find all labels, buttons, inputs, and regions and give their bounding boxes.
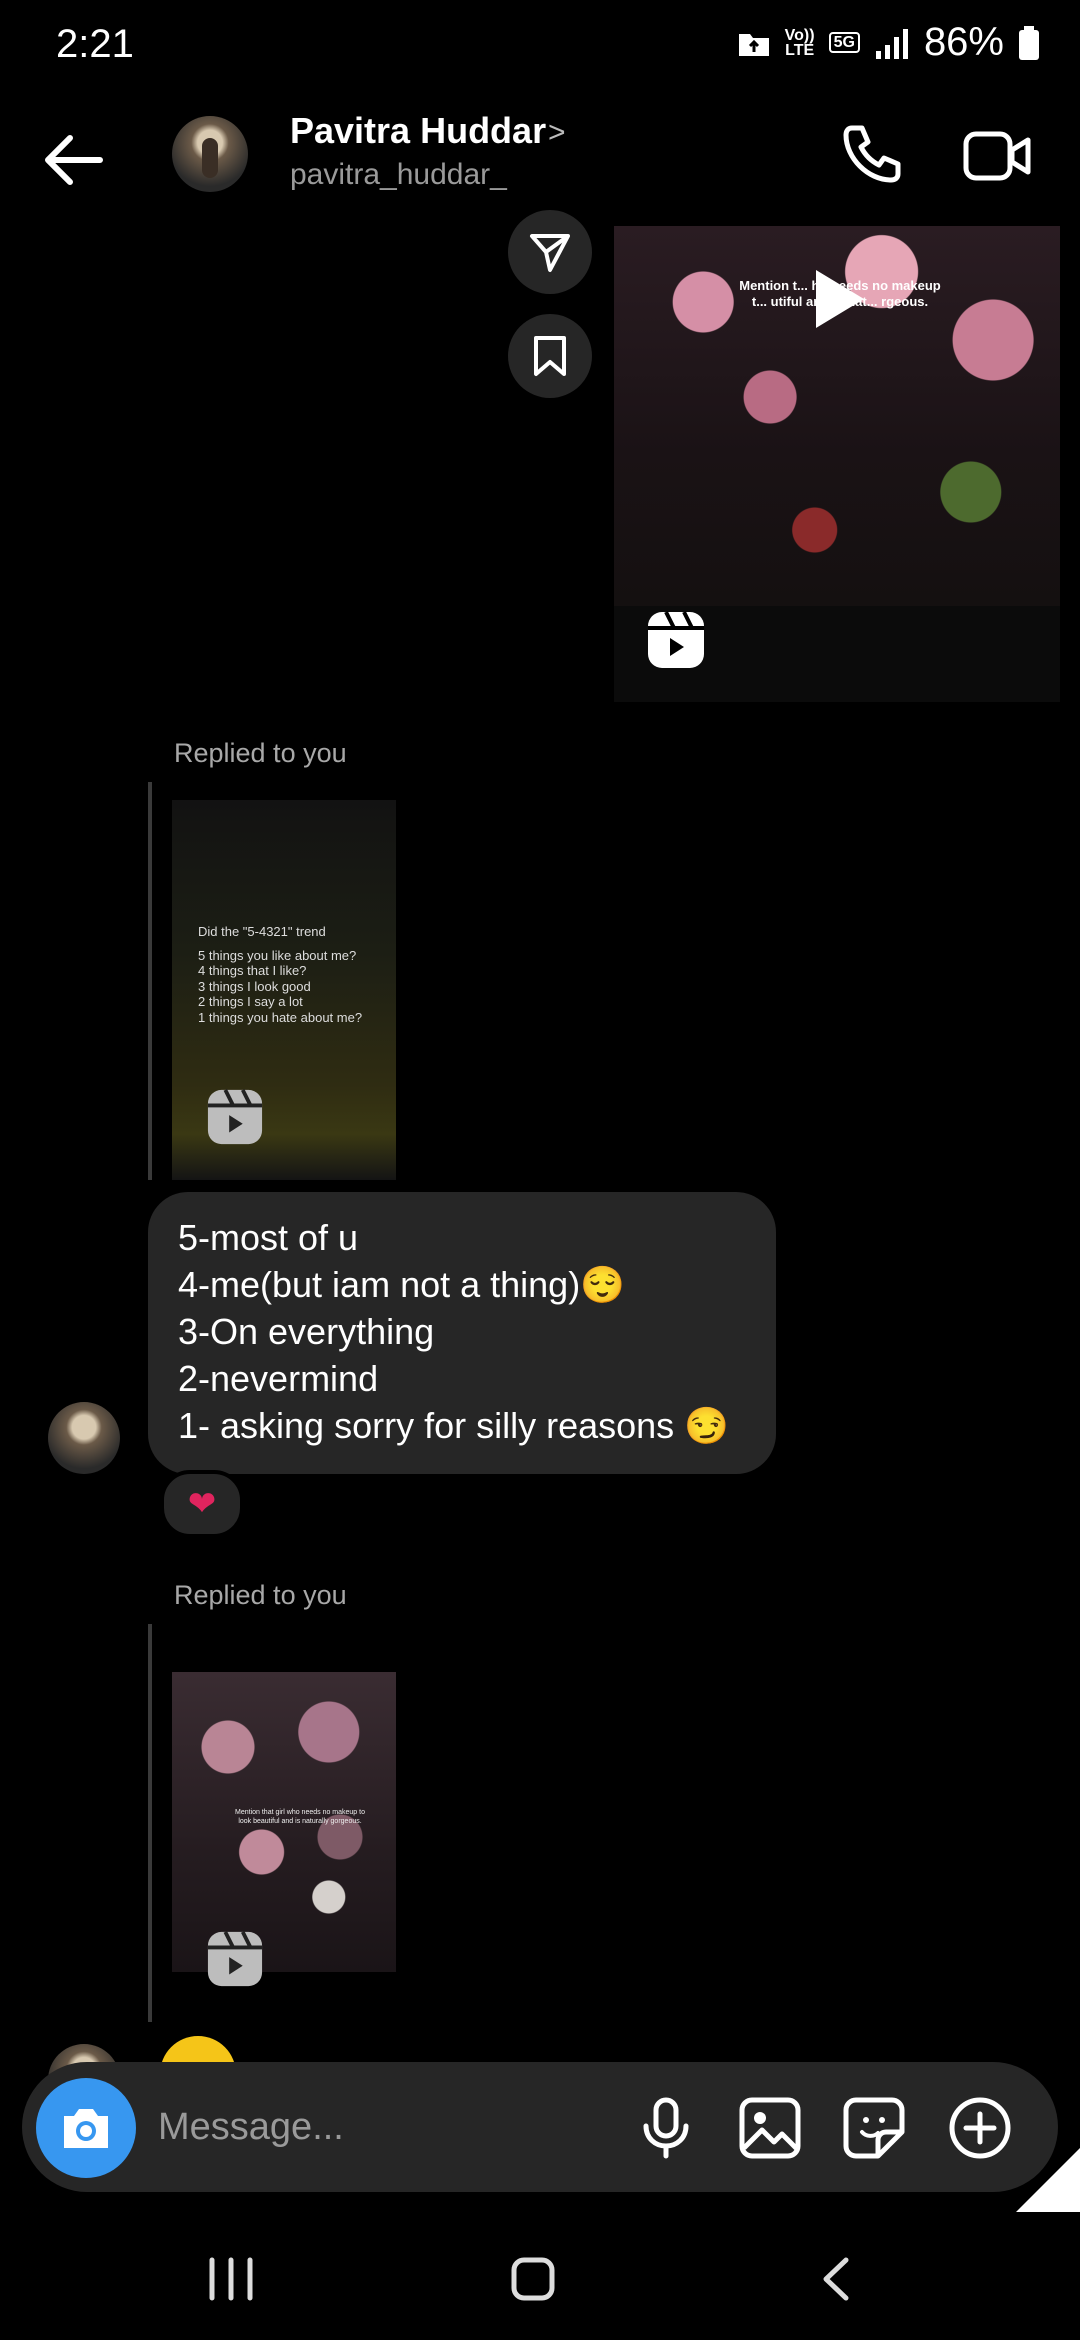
home-icon[interactable] bbox=[510, 2256, 556, 2302]
folder-upload-icon bbox=[738, 33, 769, 56]
sticker-icon[interactable] bbox=[842, 2096, 906, 2160]
battery-percent: 86% bbox=[923, 20, 1004, 64]
sender-avatar[interactable] bbox=[48, 1402, 120, 1474]
reply-thumbnail-text: Mention that girl who needs no makeup to… bbox=[235, 1809, 365, 1825]
reels-icon bbox=[648, 611, 704, 668]
camera-icon bbox=[64, 2109, 108, 2148]
send-icon bbox=[530, 234, 570, 272]
save-button[interactable] bbox=[508, 314, 592, 398]
phone-call-icon[interactable] bbox=[838, 122, 904, 188]
reels-icon bbox=[207, 1089, 263, 1145]
back-arrow-icon[interactable] bbox=[40, 130, 106, 190]
chat-header: Pavitra Huddar > pavitra_huddar_ bbox=[0, 110, 1080, 210]
status-bar: 2:21 Vo)) LTE 5G 86% bbox=[0, 0, 1080, 90]
status-time: 2:21 bbox=[56, 22, 134, 66]
chevron-right-icon[interactable]: > bbox=[548, 116, 566, 150]
recents-icon[interactable] bbox=[206, 2256, 256, 2302]
avatar[interactable] bbox=[172, 116, 248, 192]
status-icons: Vo)) LTE 5G 86% bbox=[737, 20, 1040, 65]
battery-icon bbox=[1019, 25, 1039, 60]
reply-line bbox=[148, 1624, 152, 2022]
5g-indicator: 5G bbox=[828, 32, 860, 53]
system-nav-bar bbox=[0, 2220, 1080, 2340]
back-nav-icon[interactable] bbox=[818, 2256, 854, 2302]
reply-line bbox=[148, 782, 152, 1180]
camera-button[interactable] bbox=[36, 2078, 136, 2178]
plus-icon[interactable] bbox=[948, 2096, 1012, 2160]
signal-icon bbox=[875, 28, 908, 59]
message-text: 5-most of u 4-me(but iam not a thing)😌 3… bbox=[178, 1217, 729, 1446]
reply-thumbnail-text: Did the "5-4321" trend 5 things you like… bbox=[198, 924, 363, 1025]
contact-name[interactable]: Pavitra Huddar bbox=[290, 110, 546, 152]
gallery-icon[interactable] bbox=[738, 2096, 802, 2160]
video-call-icon[interactable] bbox=[962, 126, 1032, 186]
volte-indicator: Vo)) LTE bbox=[784, 26, 815, 59]
contact-username[interactable]: pavitra_huddar_ bbox=[290, 158, 507, 192]
bookmark-icon bbox=[534, 336, 566, 376]
replied-label: Replied to you bbox=[174, 738, 347, 768]
message-input[interactable] bbox=[156, 2096, 620, 2158]
floating-corner-icon bbox=[1016, 2148, 1080, 2212]
play-icon[interactable] bbox=[800, 264, 870, 334]
mic-icon[interactable] bbox=[634, 2096, 698, 2160]
reels-icon bbox=[207, 1931, 263, 1987]
replied-label: Replied to you bbox=[174, 1580, 347, 1610]
heart-reaction[interactable]: ❤ bbox=[160, 1470, 244, 1538]
share-button[interactable] bbox=[508, 210, 592, 294]
